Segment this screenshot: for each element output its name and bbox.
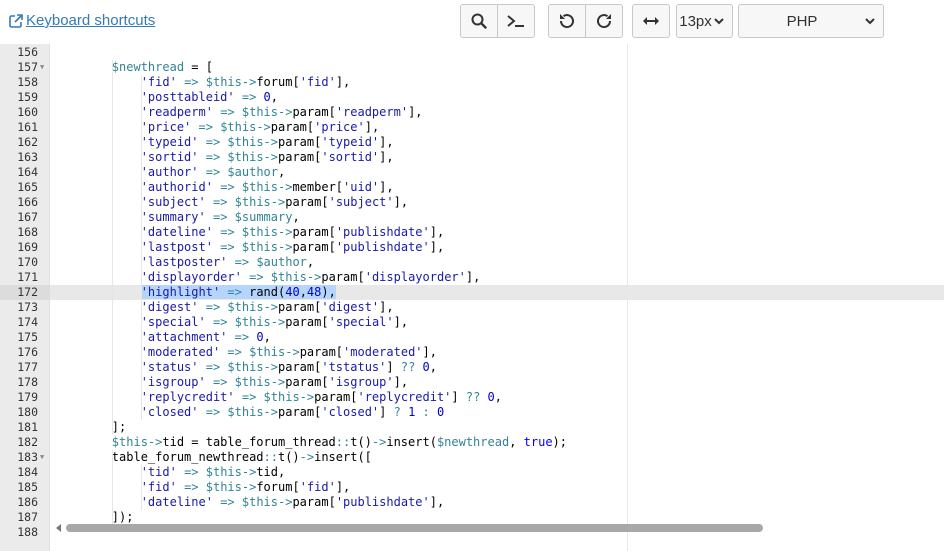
line-number: 185 xyxy=(17,480,38,494)
history-group xyxy=(548,4,623,38)
line-number: 177 xyxy=(17,360,38,374)
line-number: 182 xyxy=(17,435,38,449)
line-code: 'displayorder' => $this->param['displayo… xyxy=(140,270,481,284)
scroll-left-icon[interactable] xyxy=(56,524,61,532)
wrap-icon xyxy=(643,17,659,25)
code-line[interactable]: 181 ]; xyxy=(0,420,944,435)
line-code: ]; xyxy=(54,420,127,434)
line-number: 161 xyxy=(17,120,38,134)
line-code: $newthread = [ xyxy=(111,60,213,74)
code-editor[interactable]: 156 157 ▼ $newthread = [158 'fid' => $this… xyxy=(0,44,944,551)
language-select[interactable]: PHP xyxy=(738,4,884,38)
line-number: 162 xyxy=(17,135,38,149)
line-code: 'fid' => $this->forum['fid'], xyxy=(140,75,351,89)
line-number: 181 xyxy=(17,420,38,434)
horizontal-scrollbar[interactable] xyxy=(52,522,944,534)
scrollbar-thumb[interactable] xyxy=(66,524,763,532)
font-size-select[interactable]: 13px xyxy=(676,4,733,38)
line-code: 'author' => $author, xyxy=(140,165,286,179)
code-line[interactable]: 182 $this->tid = table_forum_thread::t()… xyxy=(0,435,944,450)
line-number: 188 xyxy=(17,525,38,539)
search-button[interactable] xyxy=(460,4,498,38)
line-code: 'sortid' => $this->param['sortid'], xyxy=(140,150,394,164)
fold-toggle-icon[interactable]: ▼ xyxy=(40,60,44,75)
line-code: 'posttableid' => 0, xyxy=(140,90,279,104)
line-code: 'highlight' => rand(40,48), xyxy=(54,285,336,300)
line-number: 160 xyxy=(17,105,38,119)
line-number: 164 xyxy=(17,165,38,179)
text-selection: 'highlight' => rand(40,48), xyxy=(140,285,336,299)
line-number: 166 xyxy=(17,195,38,209)
redo-icon xyxy=(597,14,612,29)
line-code: table_forum_newthread::t()->insert([ xyxy=(54,450,372,464)
line-code: 'special' => $this->param['special'], xyxy=(140,315,409,329)
line-number: 165 xyxy=(17,180,38,194)
line-number: 169 xyxy=(17,240,38,254)
keyboard-shortcuts-label: Keyboard shortcuts xyxy=(26,12,156,29)
line-number: 187 xyxy=(17,510,38,524)
code-line[interactable]: 183 ▼ table_forum_newthread::t()->insert(… xyxy=(0,450,944,465)
line-number: 157 xyxy=(17,60,38,74)
line-number: 179 xyxy=(17,390,38,404)
line-number: 175 xyxy=(17,330,38,344)
line-number: 172 xyxy=(17,285,38,299)
line-code: 'attachment' => 0, xyxy=(140,330,271,344)
chevron-down-icon xyxy=(865,17,875,25)
undo-icon xyxy=(559,14,574,29)
indent-guide xyxy=(111,60,113,435)
code-line[interactable]: 156 xyxy=(0,45,944,60)
line-code: 'isgroup' => $this->param['isgroup'], xyxy=(140,375,409,389)
line-number: 171 xyxy=(17,270,38,284)
keyboard-shortcuts-link[interactable]: Keyboard shortcuts xyxy=(9,12,155,29)
redo-button[interactable] xyxy=(585,4,623,38)
line-number: 180 xyxy=(17,405,38,419)
indent-guide xyxy=(140,75,142,420)
line-code: 'typeid' => $this->param['typeid'], xyxy=(140,135,394,149)
line-number: 176 xyxy=(17,345,38,359)
search-command-group xyxy=(460,4,535,38)
fold-toggle-icon[interactable]: ▼ xyxy=(40,450,44,465)
font-size-value: 13px xyxy=(679,12,712,30)
line-number: 156 xyxy=(17,45,38,59)
external-link-icon xyxy=(9,13,23,28)
code-line[interactable]: 157 ▼ $newthread = [ xyxy=(0,60,944,75)
line-code: $this->tid = table_forum_thread::t()->in… xyxy=(111,435,567,449)
line-number: 186 xyxy=(17,495,38,509)
line-number: 159 xyxy=(17,90,38,104)
line-code: 'summary' => $summary, xyxy=(140,210,300,224)
undo-button[interactable] xyxy=(548,4,586,38)
editor-toolbar: Keyboard shortcuts 13px PHP xyxy=(0,0,944,44)
line-number: 174 xyxy=(17,315,38,329)
line-code: 'price' => $this->param['price'], xyxy=(140,120,380,134)
line-number: 178 xyxy=(17,375,38,389)
terminal-icon xyxy=(507,15,524,27)
line-number: 183 xyxy=(17,450,38,464)
line-number: 184 xyxy=(17,465,38,479)
line-number: 173 xyxy=(17,300,38,314)
indent-guide xyxy=(111,450,113,525)
line-code: 'authorid' => $this->member['uid'], xyxy=(140,180,394,194)
line-code: 'digest' => $this->param['digest'], xyxy=(140,300,394,314)
line-number: 163 xyxy=(17,150,38,164)
line-number: 168 xyxy=(17,225,38,239)
indent-guide xyxy=(140,465,142,510)
line-code: 'subject' => $this->param['subject'], xyxy=(140,195,409,209)
line-number: 170 xyxy=(17,255,38,269)
command-palette-button[interactable] xyxy=(497,4,535,38)
line-code: 'lastposter' => $author, xyxy=(140,255,315,269)
line-number: 167 xyxy=(17,210,38,224)
wrap-group xyxy=(632,4,670,38)
line-code: 'fid' => $this->forum['fid'], xyxy=(140,480,351,494)
language-value: PHP xyxy=(786,12,818,30)
word-wrap-button[interactable] xyxy=(632,4,670,38)
search-icon xyxy=(471,13,487,29)
chevron-down-icon xyxy=(714,17,724,25)
line-number: 158 xyxy=(17,75,38,89)
line-code: 'tid' => $this->tid, xyxy=(140,465,286,479)
line-code: 'readperm' => $this->param['readperm'], xyxy=(140,105,423,119)
line-code: 'replycredit' => $this->param['replycred… xyxy=(140,390,503,404)
